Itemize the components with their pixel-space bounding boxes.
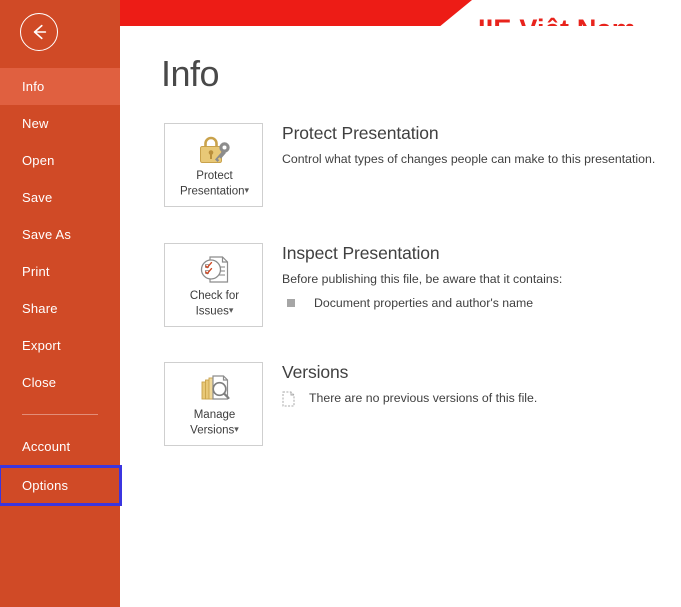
- inspect-bullet-item: Document properties and author's name: [282, 295, 674, 311]
- lock-and-key-icon: [165, 132, 264, 168]
- check-for-issues-button[interactable]: Check for Issues▾: [164, 243, 263, 327]
- sidebar-item-info[interactable]: Info: [0, 68, 120, 105]
- sidebar-item-label: Print: [22, 264, 50, 279]
- sidebar-item-new[interactable]: New: [0, 105, 120, 142]
- section-heading: Protect Presentation: [282, 123, 439, 143]
- sidebar-item-label: New: [22, 116, 49, 131]
- backstage-view: Info New Open Save Save As Print Share E…: [0, 0, 681, 607]
- versions-note-text: There are no previous versions of this f…: [309, 391, 538, 405]
- check-for-issues-button-label: Check for Issues▾: [165, 289, 264, 320]
- backstage-sidebar: Info New Open Save Save As Print Share E…: [0, 0, 122, 607]
- bullet-text: Document properties and author's name: [314, 296, 534, 310]
- sidebar-item-share[interactable]: Share: [0, 290, 120, 327]
- manage-versions-button-label: Manage Versions▾: [165, 408, 264, 439]
- section-description: Control what types of changes people can…: [282, 152, 656, 166]
- sidebar-item-save-as[interactable]: Save As: [0, 216, 120, 253]
- section-heading: Inspect Presentation: [282, 243, 440, 263]
- manage-versions-button[interactable]: Manage Versions▾: [164, 362, 263, 446]
- backstage-main-pane: Info Protect Presentation▾ Protect Prese…: [120, 26, 681, 607]
- sidebar-item-label: Save As: [22, 227, 72, 242]
- section-heading: Versions: [282, 362, 349, 382]
- back-arrow-icon[interactable]: [20, 13, 58, 51]
- red-banner-shape: [120, 0, 472, 26]
- button-label-line1: Manage: [193, 409, 236, 421]
- sidebar-item-close[interactable]: Close: [0, 364, 120, 401]
- sidebar-divider: [22, 414, 98, 415]
- document-inspect-icon: [165, 252, 264, 288]
- sidebar-item-label: Save: [22, 190, 53, 205]
- sidebar-item-export[interactable]: Export: [0, 327, 120, 364]
- sidebar-item-options[interactable]: Options: [0, 465, 122, 506]
- sidebar-item-save[interactable]: Save: [0, 179, 120, 216]
- sidebar-item-label: Open: [22, 153, 55, 168]
- protect-presentation-body: Protect Presentation Control what types …: [282, 123, 674, 168]
- bullet-square-icon: [287, 299, 295, 307]
- sidebar-item-print[interactable]: Print: [0, 253, 120, 290]
- chevron-down-icon[interactable]: ▾: [229, 303, 234, 318]
- button-label-line2: Issues: [195, 305, 229, 318]
- inspect-presentation-body: Inspect Presentation Before publishing t…: [282, 243, 674, 311]
- sidebar-item-account[interactable]: Account: [0, 428, 120, 465]
- versions-note-row: There are no previous versions of this f…: [282, 390, 674, 412]
- chevron-down-icon[interactable]: ▾: [234, 422, 239, 437]
- button-label-line2: Versions: [190, 424, 235, 437]
- sidebar-item-label: Account: [22, 439, 71, 454]
- manage-versions-icon: [165, 371, 264, 407]
- protect-presentation-button[interactable]: Protect Presentation▾: [164, 123, 263, 207]
- sidebar-item-open[interactable]: Open: [0, 142, 120, 179]
- section-description: Before publishing this file, be aware th…: [282, 272, 563, 286]
- backstage-nav-list: Info New Open Save Save As Print Share E…: [0, 68, 122, 506]
- versions-body: Versions There are no previous versions …: [282, 362, 674, 412]
- button-label-line1: Check for: [189, 290, 240, 302]
- protect-presentation-button-label: Protect Presentation▾: [165, 169, 264, 200]
- sidebar-item-label: Export: [22, 338, 61, 353]
- button-label-line1: Protect: [196, 170, 233, 182]
- button-label-line2: Presentation: [179, 185, 245, 198]
- sidebar-item-label: Share: [22, 301, 58, 316]
- chevron-down-icon[interactable]: ▾: [245, 183, 250, 198]
- sidebar-item-label: Options: [22, 478, 69, 493]
- dotted-document-icon: [282, 391, 295, 412]
- sidebar-item-label: Info: [22, 79, 45, 94]
- page-title: Info: [161, 53, 220, 94]
- sidebar-item-label: Close: [22, 375, 57, 390]
